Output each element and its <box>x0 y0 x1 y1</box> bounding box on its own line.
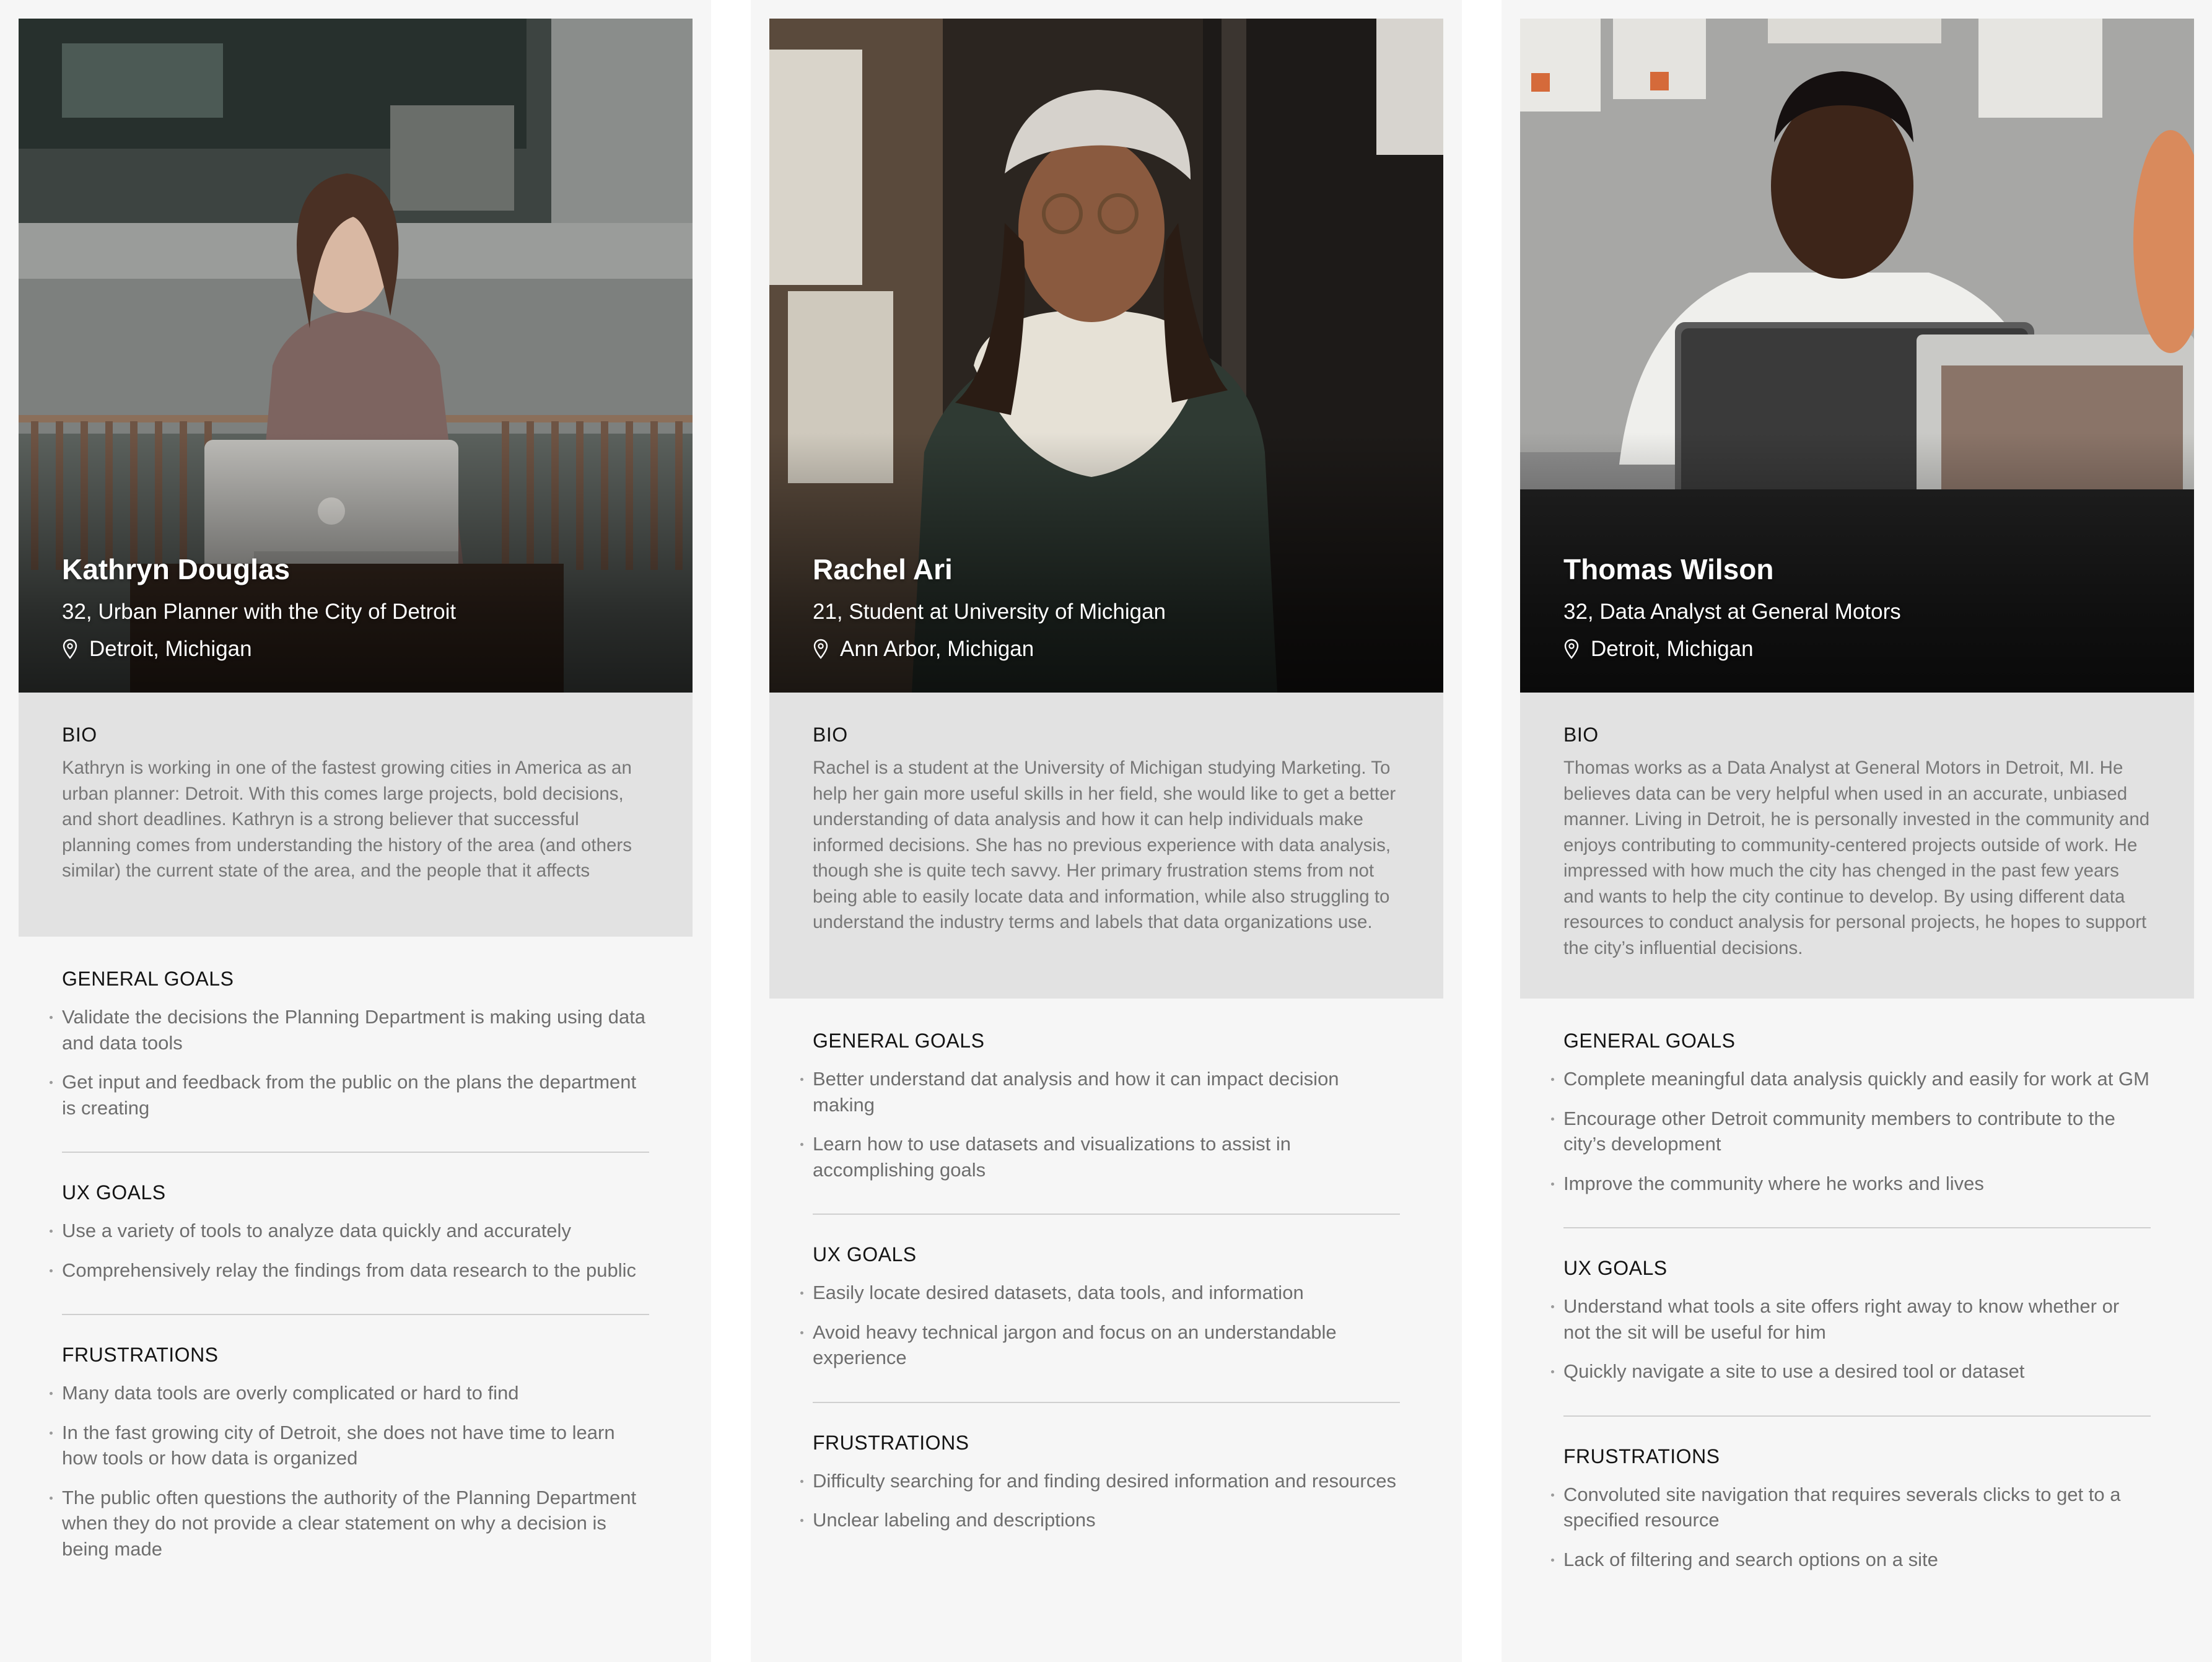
frustrations-section: FRUSTRATIONS Difficulty searching for an… <box>800 1401 1400 1564</box>
map-pin-icon <box>813 639 828 659</box>
persona-role: 32, Data Analyst at General Motors <box>1563 600 1901 624</box>
bio-text: Thomas works as a Data Analyst at Genera… <box>1563 758 2150 958</box>
persona-location: Detroit, Michigan <box>62 637 456 662</box>
persona-board: Kathryn Douglas 32, Urban Planner with t… <box>0 0 2212 1662</box>
list-item: Learn how to use datasets and visualizat… <box>800 1131 1400 1183</box>
ux-goals-title: UX GOALS <box>1563 1257 1668 1279</box>
persona-header: Kathryn Douglas 32, Urban Planner with t… <box>62 553 456 662</box>
list-item: Complete meaningful data analysis quickl… <box>1551 1066 2151 1092</box>
bio-title: BIO <box>62 724 97 746</box>
persona-header: Thomas Wilson 32, Data Analyst at Genera… <box>1563 553 1901 662</box>
general-goals-title: GENERAL GOALS <box>1563 1030 1736 1052</box>
persona-card: Kathryn Douglas 32, Urban Planner with t… <box>19 19 693 1593</box>
persona-details: GENERAL GOALS Complete meaningful data a… <box>1520 999 2194 1603</box>
frustrations-title: FRUSTRATIONS <box>1563 1445 1720 1467</box>
frustrations-section: FRUSTRATIONS Many data tools are overly … <box>50 1314 649 1593</box>
frustrations-section: FRUSTRATIONS Convoluted site navigation … <box>1551 1415 2151 1604</box>
bio-title: BIO <box>1563 724 1599 746</box>
location-label: Detroit, Michigan <box>1591 637 1754 661</box>
general-goals-section: GENERAL GOALS Better understand dat anal… <box>800 1030 1400 1214</box>
location-label: Ann Arbor, Michigan <box>840 637 1034 661</box>
persona-column: Thomas Wilson 32, Data Analyst at Genera… <box>1502 0 2212 1662</box>
persona-card: Rachel Ari 21, Student at University of … <box>769 19 1443 1564</box>
ux-goals-section: UX GOALS Understand what tools a site of… <box>1551 1227 2151 1415</box>
persona-card: Thomas Wilson 32, Data Analyst at Genera… <box>1520 19 2194 1603</box>
list-item: Improve the community where he works and… <box>1551 1171 2151 1197</box>
bio-section: BIO Kathryn is working in one of the fas… <box>19 693 693 937</box>
persona-column: Rachel Ari 21, Student at University of … <box>751 0 1462 1662</box>
persona-details: GENERAL GOALS Validate the decisions the… <box>19 937 693 1593</box>
list-item: The public often questions the authority… <box>50 1485 649 1562</box>
persona-location: Detroit, Michigan <box>1563 637 1901 662</box>
general-goals-section: GENERAL GOALS Validate the decisions the… <box>50 968 649 1152</box>
persona-column: Kathryn Douglas 32, Urban Planner with t… <box>0 0 711 1662</box>
bio-section: BIO Thomas works as a Data Analyst at Ge… <box>1520 693 2194 999</box>
persona-location: Ann Arbor, Michigan <box>813 637 1166 662</box>
list-item: Get input and feedback from the public o… <box>50 1069 649 1121</box>
ux-goals-title: UX GOALS <box>62 1181 166 1204</box>
list-item: Use a variety of tools to analyze data q… <box>50 1218 649 1244</box>
list-item: Easily locate desired datasets, data too… <box>800 1280 1400 1306</box>
location-label: Detroit, Michigan <box>89 637 252 661</box>
list-item: In the fast growing city of Detroit, she… <box>50 1420 649 1471</box>
list-item: Better understand dat analysis and how i… <box>800 1066 1400 1117</box>
persona-photo: Rachel Ari 21, Student at University of … <box>769 19 1443 693</box>
list-item: Many data tools are overly complicated o… <box>50 1380 649 1406</box>
list-item: Quickly navigate a site to use a desired… <box>1551 1358 2151 1384</box>
map-pin-icon <box>1564 639 1579 659</box>
general-goals-section: GENERAL GOALS Complete meaningful data a… <box>1551 1030 2151 1227</box>
list-item: Unclear labeling and descriptions <box>800 1507 1400 1533</box>
persona-role: 32, Urban Planner with the City of Detro… <box>62 600 457 624</box>
persona-name: Rachel Ari <box>813 553 953 585</box>
ux-goals-section: UX GOALS Use a variety of tools to analy… <box>50 1152 649 1314</box>
list-item: Avoid heavy technical jargon and focus o… <box>800 1319 1400 1371</box>
general-goals-title: GENERAL GOALS <box>813 1030 985 1052</box>
persona-name: Thomas Wilson <box>1563 553 1774 585</box>
persona-photo: Kathryn Douglas 32, Urban Planner with t… <box>19 19 693 693</box>
list-item: Validate the decisions the Planning Depa… <box>50 1004 649 1056</box>
list-item: Lack of filtering and search options on … <box>1551 1547 2151 1573</box>
list-item: Encourage other Detroit community member… <box>1551 1106 2151 1157</box>
ux-goals-section: UX GOALS Easily locate desired datasets,… <box>800 1214 1400 1402</box>
list-item: Comprehensively relay the findings from … <box>50 1257 649 1284</box>
frustrations-title: FRUSTRATIONS <box>813 1431 969 1454</box>
list-item: Difficulty searching for and finding des… <box>800 1468 1400 1494</box>
persona-header: Rachel Ari 21, Student at University of … <box>813 553 1166 662</box>
persona-details: GENERAL GOALS Better understand dat anal… <box>769 999 1443 1564</box>
bio-section: BIO Rachel is a student at the Universit… <box>769 693 1443 999</box>
persona-name: Kathryn Douglas <box>62 553 291 585</box>
persona-role: 21, Student at University of Michigan <box>813 600 1166 624</box>
general-goals-title: GENERAL GOALS <box>62 968 234 990</box>
bio-text: Rachel is a student at the University of… <box>813 758 1396 932</box>
list-item: Understand what tools a site offers righ… <box>1551 1293 2151 1345</box>
ux-goals-title: UX GOALS <box>813 1243 917 1266</box>
persona-photo: Thomas Wilson 32, Data Analyst at Genera… <box>1520 19 2194 693</box>
map-pin-icon <box>63 639 77 659</box>
frustrations-title: FRUSTRATIONS <box>62 1344 219 1366</box>
bio-title: BIO <box>813 724 848 746</box>
bio-text: Kathryn is working in one of the fastest… <box>62 758 632 881</box>
list-item: Convoluted site navigation that requires… <box>1551 1482 2151 1533</box>
